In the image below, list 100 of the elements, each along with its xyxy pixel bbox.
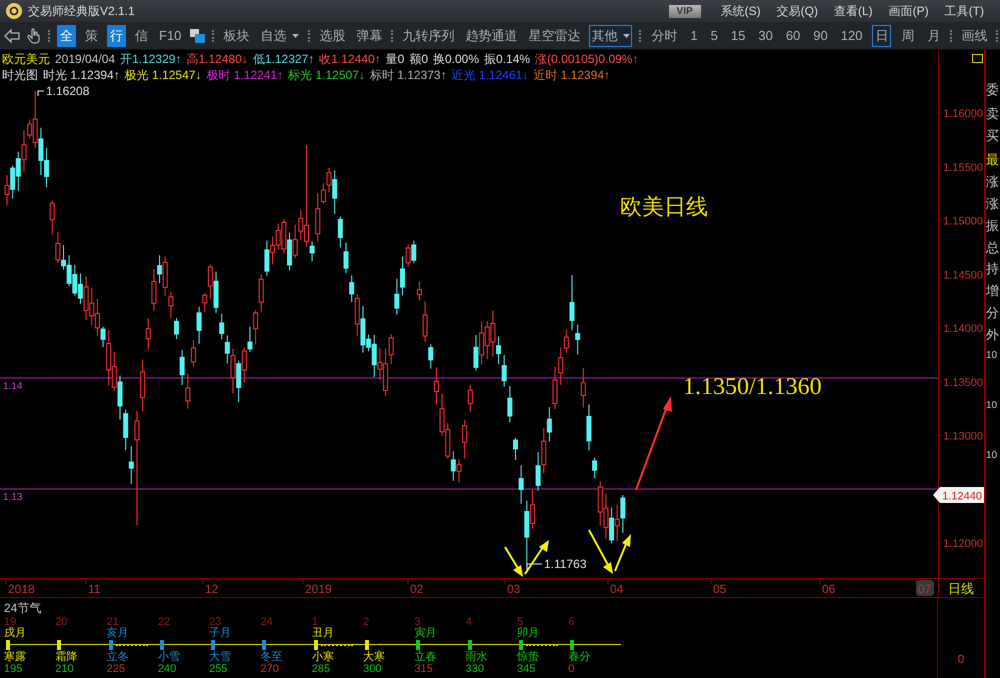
toolbar-button[interactable]: 星空雷达 (526, 24, 582, 46)
low-price-label: 1.11763 (544, 557, 586, 571)
menu-item[interactable]: 查看(L) (834, 2, 873, 20)
degree-value: 255 (209, 663, 229, 675)
degree-value: 240 (158, 663, 178, 675)
side-label: 涨 (986, 196, 999, 211)
target-price-label: 1.1350/1.1360 (683, 374, 822, 400)
period-tab[interactable]: 月 (924, 24, 944, 46)
last-price-tag: 1.12440 (933, 487, 984, 503)
toolbar-button[interactable]: F10 (157, 26, 184, 45)
toolbar-button[interactable]: 趋势通道 (463, 24, 520, 46)
side-label: 买 (986, 128, 999, 143)
degree-value: 270 (260, 663, 280, 675)
toolbar-button[interactable]: 行 (107, 24, 126, 46)
term-name: 立冬 (106, 651, 130, 663)
month-label: 丑月 (312, 628, 335, 639)
axis-tick-label: 05 (713, 582, 726, 596)
quote-field: 高1.12480↓ (186, 51, 248, 67)
term-name: 立春 (414, 651, 438, 663)
indicator-field: 极光 1.12547↓ (124, 67, 202, 83)
quote-field: 额0 (409, 51, 428, 67)
degree-value: 225 (106, 663, 126, 675)
period-tab[interactable]: 60 (782, 26, 804, 45)
side-label: 卖 (986, 106, 999, 121)
side-label: 委 (986, 82, 999, 97)
period-tab[interactable]: 日 (872, 24, 892, 46)
axis-tick-label: 06 (822, 582, 836, 596)
side-label: 总 (986, 240, 999, 255)
side-label: 分 (986, 305, 999, 320)
indicator-field: 标光 1.12507↓ (288, 67, 365, 83)
degree-value: 300 (363, 663, 382, 675)
menu-item[interactable]: 工具(T) (944, 2, 984, 20)
period-tab[interactable]: 15 (728, 26, 748, 45)
period-tab[interactable]: 90 (810, 26, 831, 45)
menu-item[interactable]: 系统(S) (720, 2, 761, 20)
indicator-field: 时光图 (2, 67, 38, 83)
period-label: 日线 (948, 581, 974, 596)
term-number: 3 (414, 617, 420, 628)
vip-badge[interactable]: VIP (668, 4, 701, 18)
toolbar-button[interactable]: 选股 (317, 24, 348, 46)
quote-field: 欧元美元 (2, 51, 50, 67)
term-name: 小雪 (158, 651, 181, 663)
axis-tick-label: 1.13500 (943, 376, 983, 389)
side-label: 持 (986, 261, 999, 276)
quote-field: 低1.12327↑ (252, 51, 314, 67)
axis-tick-label: 1.16000 (943, 108, 983, 120)
period-tab[interactable]: 5 (708, 26, 721, 45)
indicator-field: 时光 1.12394↑ (43, 67, 120, 83)
axis-tick-label: 1.15500 (943, 162, 983, 174)
term-name: 春分 (568, 651, 592, 663)
term-number: 20 (55, 617, 69, 628)
degree-value: 0 (568, 663, 576, 675)
side-value: 10 (986, 450, 998, 461)
menu-item[interactable]: 画面(P) (888, 2, 929, 20)
side-label: 最 (986, 152, 999, 167)
term-number: 1 (312, 617, 318, 628)
axis-tick-label: 1.15000 (943, 216, 983, 228)
degree-value: 285 (312, 663, 332, 675)
period-tab[interactable]: 周 (898, 24, 918, 46)
quote-field: 收1.12440↑ (319, 51, 381, 67)
period-tab[interactable]: 分时 (648, 24, 680, 46)
period-tab[interactable]: 120 (838, 26, 866, 45)
quote-field: 2019/04/04 (55, 51, 116, 67)
quote-field: 涨(0.00105)0.09%↑ (535, 51, 638, 67)
axis-tick-label: 1.14000 (943, 323, 983, 335)
axis-tick-label: 04 (610, 582, 624, 596)
side-label: 振 (986, 218, 999, 233)
term-name: 雨水 (466, 651, 489, 663)
axis-tick-label: 02 (410, 582, 424, 596)
period-tab[interactable]: 30 (755, 26, 776, 45)
toolbar-button[interactable]: 全 (57, 24, 76, 46)
quote-field: 开1.12329↑ (120, 51, 182, 67)
toolbar-button[interactable]: 弹幕 (354, 24, 384, 46)
period-tab[interactable]: 1 (687, 26, 701, 45)
quote-field: 振0.14% (484, 51, 530, 67)
month-label: 戌月 (4, 628, 27, 639)
indicator-field: 标时 1.12373↑ (370, 67, 447, 83)
axis-tick-label: 11 (88, 582, 100, 596)
term-name: 小寒 (312, 651, 335, 663)
degree-value: 330 (466, 663, 486, 675)
term-number: 6 (568, 617, 576, 628)
toolbar-button[interactable]: 板块 (221, 24, 252, 46)
toolbar-button[interactable]: 九转序列 (400, 24, 456, 46)
quote-field: 换0.00% (433, 51, 480, 67)
term-number: 2 (363, 617, 370, 628)
indicator-field: 近时 1.12394↑ (533, 67, 610, 83)
menu-item[interactable]: 交易(Q) (776, 2, 818, 20)
toolbar-button[interactable]: 画线 (959, 24, 990, 46)
toolbar-button[interactable]: 信 (133, 24, 150, 46)
dropdown-button[interactable]: 自选 (258, 24, 302, 46)
term-number: 5 (516, 617, 524, 628)
axis-tick-label: 07 (918, 582, 932, 596)
axis-tick-label: 0 (958, 652, 964, 666)
high-price-label: 1.16208 (46, 84, 90, 98)
degree-value: 315 (414, 663, 434, 675)
indicator-field: 近光 1.12461↓ (452, 67, 528, 83)
term-number: 22 (158, 617, 172, 628)
term-number: 4 (466, 617, 473, 628)
dropdown-button[interactable]: 其他 (589, 24, 632, 46)
toolbar-button[interactable]: 策 (83, 24, 100, 46)
